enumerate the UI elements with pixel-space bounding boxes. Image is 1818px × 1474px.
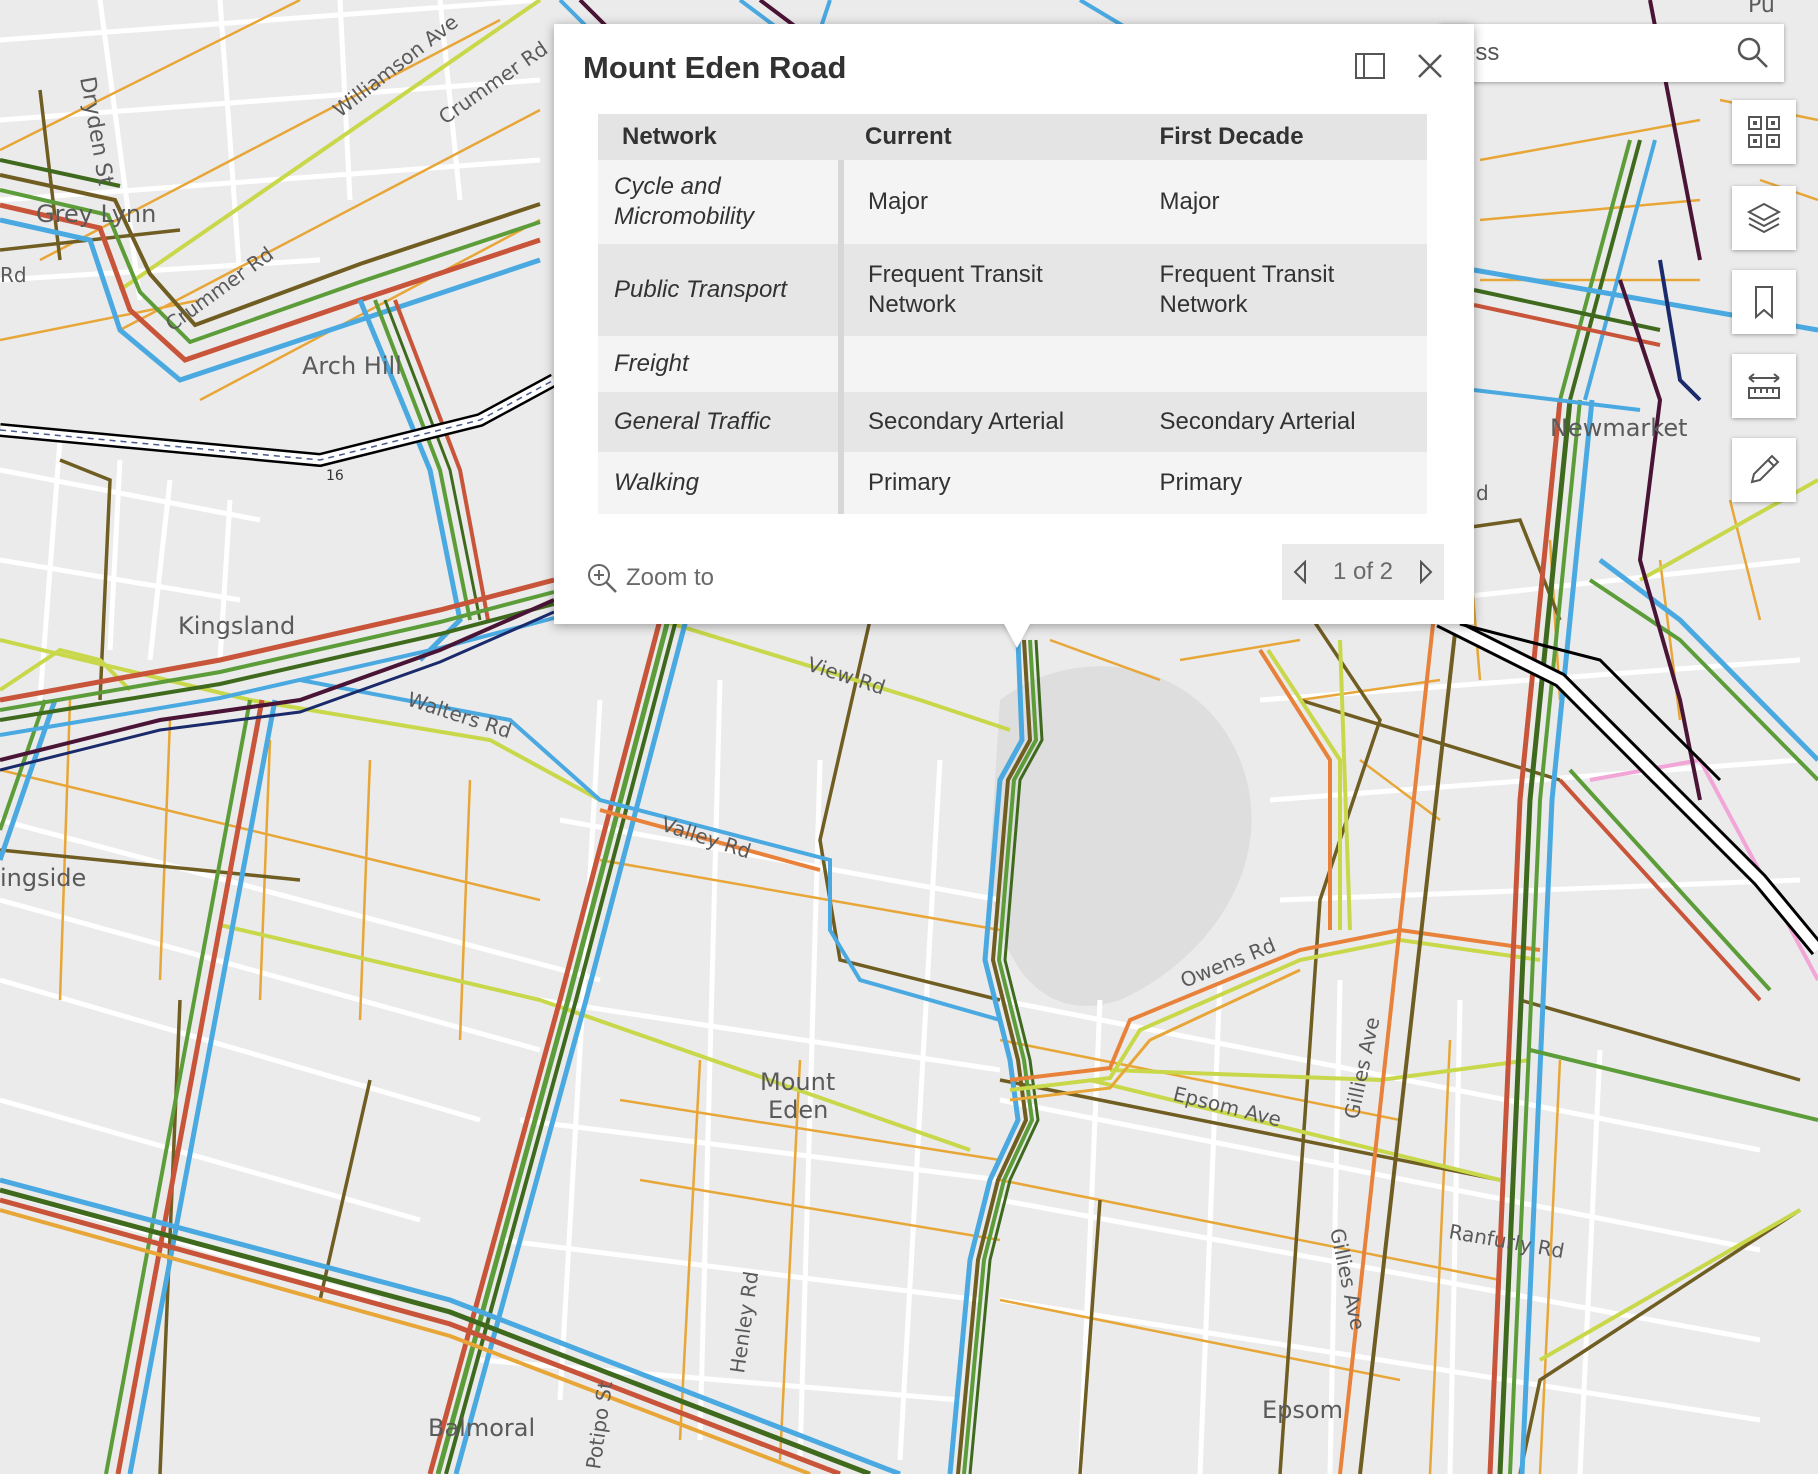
table-row: Cycle and Micromobility Major Major <box>598 160 1427 244</box>
feature-popup: Mount Eden Road Network Current First De… <box>554 24 1474 648</box>
first-decade-cell: Primary <box>1135 452 1427 514</box>
table-row: Public Transport Frequent Transit Networ… <box>598 244 1427 336</box>
close-icon <box>1418 54 1442 78</box>
sketch-pencil-icon <box>1750 454 1780 484</box>
qr-grid-icon <box>1748 116 1780 148</box>
chevron-left-icon <box>1293 560 1306 584</box>
search-input[interactable] <box>1460 34 1724 72</box>
previous-feature-button[interactable] <box>1282 544 1318 600</box>
highway-shield: 16 <box>326 468 344 484</box>
zoom-to-button[interactable]: Zoom to <box>586 558 714 598</box>
close-button[interactable] <box>1410 46 1450 86</box>
current-cell: Secondary Arterial <box>841 392 1136 452</box>
current-cell: Major <box>841 160 1136 244</box>
layers-icon <box>1746 202 1782 234</box>
suburb-label: Pu <box>1748 0 1775 18</box>
suburb-label: Newmarket <box>1550 414 1688 442</box>
layers-button[interactable] <box>1732 186 1796 250</box>
street-label: d <box>1476 481 1489 505</box>
search-icon[interactable] <box>1736 36 1770 70</box>
suburb-label: Grey Lynn <box>36 200 156 228</box>
first-decade-cell: Secondary Arterial <box>1135 392 1427 452</box>
column-header-network: Network <box>598 114 841 160</box>
dock-button[interactable] <box>1350 46 1390 86</box>
column-header-current: Current <box>841 114 1136 160</box>
chevron-right-icon <box>1419 560 1433 584</box>
suburb-label: ingside <box>0 864 86 892</box>
street-label: Rd <box>0 263 27 287</box>
current-cell: Primary <box>841 452 1136 514</box>
network-cell: Walking <box>598 452 844 514</box>
feature-pager: 1 of 2 <box>1282 544 1444 600</box>
current-cell: Frequent Transit Network <box>841 244 1136 336</box>
suburb-label: Epsom <box>1262 1396 1343 1424</box>
table-row: General Traffic Secondary Arterial Secon… <box>598 392 1427 452</box>
popup-pointer <box>1003 622 1031 648</box>
column-header-first-decade: First Decade <box>1135 114 1427 160</box>
current-cell <box>841 336 1136 392</box>
suburb-label: Mount <box>760 1068 835 1096</box>
table-row: Walking Primary Primary <box>598 452 1427 514</box>
measure-icon <box>1748 373 1780 399</box>
first-decade-cell: Frequent Transit Network <box>1135 244 1427 336</box>
dock-icon <box>1355 53 1385 79</box>
popup-title: Mount Eden Road <box>583 50 847 85</box>
suburb-label: Eden <box>768 1096 828 1124</box>
suburb-label: Kingsland <box>178 612 295 640</box>
sketch-button[interactable] <box>1732 438 1796 502</box>
suburb-label: Arch Hill <box>302 352 402 380</box>
network-cell: Cycle and Micromobility <box>598 160 844 244</box>
zoom-in-icon <box>588 564 617 593</box>
attribute-table: Network Current First Decade Cycle and M… <box>598 114 1430 514</box>
network-cell: Public Transport <box>598 244 844 336</box>
address-search[interactable] <box>1440 24 1784 82</box>
measure-button[interactable] <box>1732 354 1796 418</box>
bookmark-icon <box>1755 286 1773 320</box>
network-cell: Freight <box>598 336 844 392</box>
bookmarks-button[interactable] <box>1732 270 1796 334</box>
first-decade-cell: Major <box>1135 160 1427 244</box>
qr-grid-button[interactable] <box>1732 100 1796 164</box>
table-row: Freight <box>598 336 1427 392</box>
network-cell: General Traffic <box>598 392 844 452</box>
zoom-to-label: Zoom to <box>626 564 715 591</box>
page-indicator: 1 of 2 <box>1332 558 1394 585</box>
next-feature-button[interactable] <box>1408 544 1444 600</box>
first-decade-cell <box>1135 336 1427 392</box>
suburb-label: Balmoral <box>428 1414 535 1442</box>
